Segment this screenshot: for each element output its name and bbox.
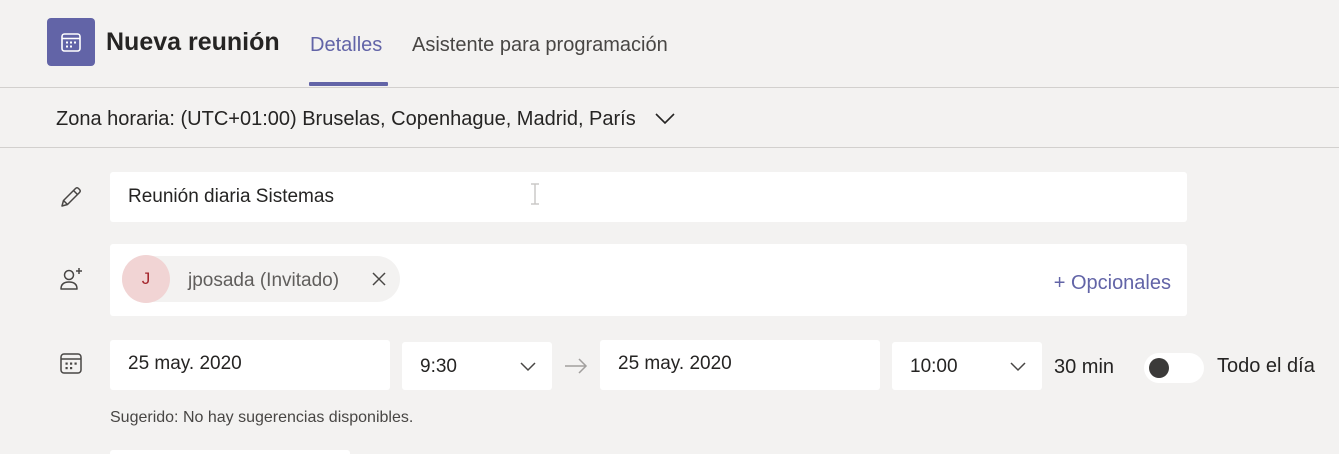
timezone-row: Zona horaria: (UTC+01:00) Bruselas, Cope… — [0, 88, 1339, 148]
page-title: Nueva reunión — [106, 28, 280, 56]
active-tab-indicator — [309, 82, 388, 86]
start-date-input[interactable]: 25 may. 2020 — [110, 340, 390, 390]
meeting-header: Nueva reunión Detalles Asistente para pr… — [0, 0, 1339, 88]
add-person-icon — [60, 268, 82, 290]
close-icon[interactable] — [372, 272, 386, 286]
chevron-down-icon — [520, 362, 536, 372]
add-optional-attendees-link[interactable]: + Opcionales — [1054, 272, 1171, 295]
all-day-toggle[interactable] — [1144, 353, 1204, 383]
arrow-right-icon — [565, 358, 588, 374]
tab-scheduling-assistant[interactable]: Asistente para programación — [412, 34, 668, 57]
next-field-partial[interactable] — [110, 450, 350, 454]
start-time-select[interactable]: 9:30 — [402, 342, 552, 390]
suggestion-text: Sugerido: No hay sugerencias disponibles… — [110, 409, 414, 426]
tab-details[interactable]: Detalles — [310, 34, 382, 57]
end-date-input[interactable]: 25 may. 2020 — [600, 340, 880, 390]
end-time-value: 10:00 — [910, 356, 958, 377]
meeting-title-value: Reunión diaria Sistemas — [128, 186, 334, 207]
start-time-value: 9:30 — [420, 356, 457, 377]
meeting-title-input[interactable]: Reunión diaria Sistemas — [110, 172, 1187, 222]
attendees-input[interactable]: J jposada (Invitado) + Opcionales — [110, 244, 1187, 316]
end-date-value: 25 may. 2020 — [618, 353, 732, 374]
text-cursor-icon — [531, 183, 539, 205]
timezone-label[interactable]: Zona horaria: (UTC+01:00) Bruselas, Cope… — [56, 108, 636, 131]
all-day-label: Todo el día — [1217, 355, 1315, 377]
calendar-icon — [61, 33, 81, 52]
duration-label: 30 min — [1054, 356, 1115, 378]
pencil-icon — [61, 187, 81, 207]
attendee-chip[interactable]: J jposada (Invitado) — [122, 255, 400, 303]
chevron-down-icon — [1010, 362, 1026, 372]
chevron-down-icon[interactable] — [654, 110, 676, 126]
toggle-knob — [1149, 358, 1169, 378]
calendar-icon — [60, 353, 82, 374]
calendar-app-icon — [47, 18, 95, 66]
start-date-value: 25 may. 2020 — [128, 353, 242, 374]
avatar: J — [122, 255, 170, 303]
end-time-select[interactable]: 10:00 — [892, 342, 1042, 390]
new-meeting-page: Nueva reunión Detalles Asistente para pr… — [0, 0, 1339, 454]
attendee-name: jposada (Invitado) — [188, 270, 340, 291]
